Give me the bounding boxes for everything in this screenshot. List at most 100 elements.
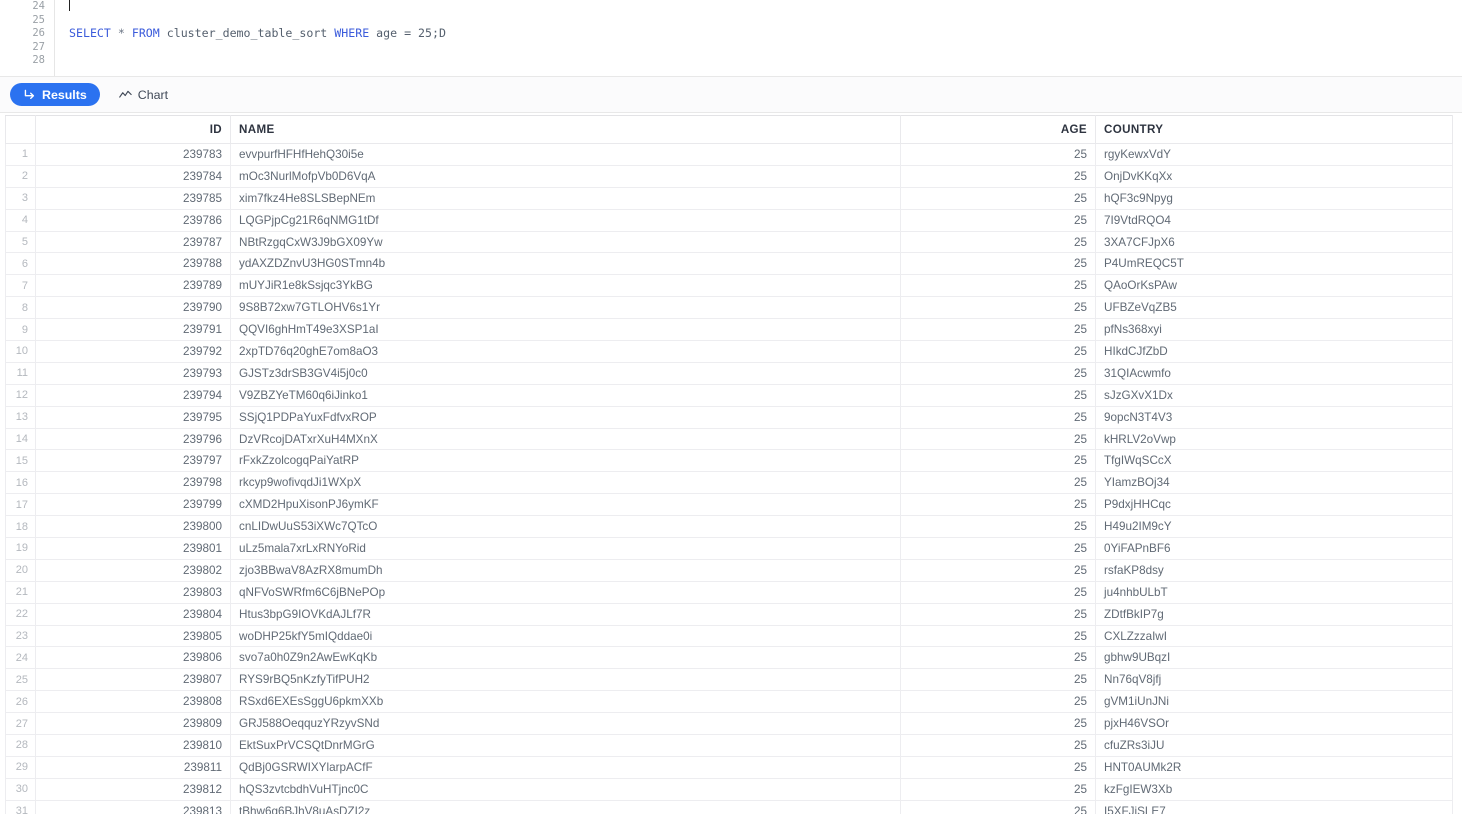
cell-age[interactable]: 25: [901, 669, 1096, 691]
cell-country[interactable]: cfuZRs3iJU: [1096, 735, 1453, 757]
cell-id[interactable]: 239795: [36, 406, 231, 428]
table-row[interactable]: 23239805woDHP25kfY5mIQddae0i25CXLZzzaIwI: [6, 625, 1453, 647]
cell-id[interactable]: 239805: [36, 625, 231, 647]
cell-name[interactable]: SSjQ1PDPaYuxFdfvxROP: [231, 406, 901, 428]
cell-id[interactable]: 239796: [36, 428, 231, 450]
cell-id[interactable]: 239808: [36, 691, 231, 713]
cell-country[interactable]: gVM1iUnJNi: [1096, 691, 1453, 713]
cell-country[interactable]: ju4nhbULbT: [1096, 581, 1453, 603]
cell-country[interactable]: pfNs368xyi: [1096, 319, 1453, 341]
cell-country[interactable]: YIamzBOj34: [1096, 472, 1453, 494]
cell-name[interactable]: DzVRcojDATxrXuH4MXnX: [231, 428, 901, 450]
cell-age[interactable]: 25: [901, 341, 1096, 363]
cell-id[interactable]: 239810: [36, 735, 231, 757]
results-grid-container[interactable]: IDNAMEAGECOUNTRY 1239783evvpurfHFHfHehQ3…: [0, 113, 1462, 814]
cell-id[interactable]: 239803: [36, 581, 231, 603]
cell-id[interactable]: 239799: [36, 494, 231, 516]
editor-code-line[interactable]: SELECT * FROM cluster_demo_table_sort WH…: [56, 27, 1462, 41]
cell-country[interactable]: kzFgIEW3Xb: [1096, 778, 1453, 800]
cell-age[interactable]: 25: [901, 538, 1096, 560]
cell-name[interactable]: qNFVoSWRfm6C6jBNePOp: [231, 581, 901, 603]
table-row[interactable]: 18239800cnLIDwUuS53iXWc7QTcO25H49u2IM9cY: [6, 516, 1453, 538]
cell-age[interactable]: 25: [901, 362, 1096, 384]
cell-name[interactable]: woDHP25kfY5mIQddae0i: [231, 625, 901, 647]
cell-age[interactable]: 25: [901, 800, 1096, 814]
editor-code-line[interactable]: [56, 0, 1462, 14]
cell-age[interactable]: 25: [901, 144, 1096, 166]
cell-name[interactable]: QQVI6ghHmT49e3XSP1aI: [231, 319, 901, 341]
table-row[interactable]: 102397922xpTD76q20ghE7om8aO325HIkdCJfZbD: [6, 341, 1453, 363]
cell-country[interactable]: kHRLV2oVwp: [1096, 428, 1453, 450]
cell-name[interactable]: Htus3bpG9IOVKdAJLf7R: [231, 603, 901, 625]
cell-name[interactable]: zjo3BBwaV8AzRX8mumDh: [231, 559, 901, 581]
cell-name[interactable]: GJSTz3drSB3GV4i5j0c0: [231, 362, 901, 384]
cell-id[interactable]: 239783: [36, 144, 231, 166]
cell-id[interactable]: 239787: [36, 231, 231, 253]
column-header-id[interactable]: ID: [36, 116, 231, 144]
cell-age[interactable]: 25: [901, 319, 1096, 341]
cell-age[interactable]: 25: [901, 450, 1096, 472]
cell-name[interactable]: rkcyp9wofivqdJi1WXpX: [231, 472, 901, 494]
editor-code-line[interactable]: [56, 54, 1462, 68]
table-row[interactable]: 82397909S8B72xw7GTLOHV6s1Yr25UFBZeVqZB5: [6, 297, 1453, 319]
cell-id[interactable]: 239789: [36, 275, 231, 297]
table-row[interactable]: 1239783evvpurfHFHfHehQ30i5e25rgyKewxVdY: [6, 144, 1453, 166]
cell-age[interactable]: 25: [901, 231, 1096, 253]
cell-country[interactable]: TfgIWqSCcX: [1096, 450, 1453, 472]
cell-id[interactable]: 239807: [36, 669, 231, 691]
cell-id[interactable]: 239806: [36, 647, 231, 669]
cell-name[interactable]: svo7a0h0Z9n2AwEwKqKb: [231, 647, 901, 669]
cell-age[interactable]: 25: [901, 253, 1096, 275]
cell-country[interactable]: QAoOrKsPAw: [1096, 275, 1453, 297]
cell-name[interactable]: 2xpTD76q20ghE7om8aO3: [231, 341, 901, 363]
cell-country[interactable]: P9dxjHHCqc: [1096, 494, 1453, 516]
table-row[interactable]: 21239803qNFVoSWRfm6C6jBNePOp25ju4nhbULbT: [6, 581, 1453, 603]
tab-results[interactable]: Results: [10, 83, 100, 106]
cell-age[interactable]: 25: [901, 384, 1096, 406]
table-row[interactable]: 17239799cXMD2HpuXisonPJ6ymKF25P9dxjHHCqc: [6, 494, 1453, 516]
cell-name[interactable]: RYS9rBQ5nKzfyTifPUH2: [231, 669, 901, 691]
cell-age[interactable]: 25: [901, 581, 1096, 603]
cell-country[interactable]: HNT0AUMk2R: [1096, 756, 1453, 778]
cell-id[interactable]: 239790: [36, 297, 231, 319]
cell-name[interactable]: rFxkZzolcogqPaiYatRP: [231, 450, 901, 472]
table-row[interactable]: 26239808RSxd6EXEsSggU6pkmXXb25gVM1iUnJNi: [6, 691, 1453, 713]
cell-age[interactable]: 25: [901, 778, 1096, 800]
cell-id[interactable]: 239802: [36, 559, 231, 581]
cell-age[interactable]: 25: [901, 647, 1096, 669]
cell-name[interactable]: V9ZBZYeTM60q6iJinko1: [231, 384, 901, 406]
cell-country[interactable]: gbhw9UBqzI: [1096, 647, 1453, 669]
cell-country[interactable]: Nn76qV8jfj: [1096, 669, 1453, 691]
table-row[interactable]: 30239812hQS3zvtcbdhVuHTjnc0C25kzFgIEW3Xb: [6, 778, 1453, 800]
cell-name[interactable]: NBtRzgqCxW3J9bGX09Yw: [231, 231, 901, 253]
table-row[interactable]: 22239804Htus3bpG9IOVKdAJLf7R25ZDtfBkIP7g: [6, 603, 1453, 625]
cell-name[interactable]: cXMD2HpuXisonPJ6ymKF: [231, 494, 901, 516]
cell-country[interactable]: 3XA7CFJpX6: [1096, 231, 1453, 253]
cell-country[interactable]: 31QIAcwmfo: [1096, 362, 1453, 384]
cell-country[interactable]: OnjDvKKqXx: [1096, 165, 1453, 187]
table-row[interactable]: 19239801uLz5mala7xrLxRNYoRid250YiFAPnBF6: [6, 538, 1453, 560]
table-row[interactable]: 6239788ydAXZDZnvU3HG0STmn4b25P4UmREQC5T: [6, 253, 1453, 275]
cell-country[interactable]: P4UmREQC5T: [1096, 253, 1453, 275]
cell-country[interactable]: 7I9VtdRQO4: [1096, 209, 1453, 231]
cell-name[interactable]: RSxd6EXEsSggU6pkmXXb: [231, 691, 901, 713]
table-row[interactable]: 5239787NBtRzgqCxW3J9bGX09Yw253XA7CFJpX6: [6, 231, 1453, 253]
cell-name[interactable]: EktSuxPrVCSQtDnrMGrG: [231, 735, 901, 757]
cell-id[interactable]: 239784: [36, 165, 231, 187]
cell-age[interactable]: 25: [901, 713, 1096, 735]
cell-age[interactable]: 25: [901, 559, 1096, 581]
cell-name[interactable]: xim7fkz4He8SLSBepNEm: [231, 187, 901, 209]
table-row[interactable]: 27239809GRJ588OeqquzYRzyvSNd25pjxH46VSOr: [6, 713, 1453, 735]
cell-name[interactable]: mOc3NurlMofpVb0D6VqA: [231, 165, 901, 187]
cell-country[interactable]: CXLZzzaIwI: [1096, 625, 1453, 647]
editor-code-line[interactable]: [56, 41, 1462, 55]
cell-name[interactable]: ydAXZDZnvU3HG0STmn4b: [231, 253, 901, 275]
cell-age[interactable]: 25: [901, 275, 1096, 297]
column-header-age[interactable]: AGE: [901, 116, 1096, 144]
cell-age[interactable]: 25: [901, 603, 1096, 625]
cell-country[interactable]: 9opcN3T4V3: [1096, 406, 1453, 428]
table-row[interactable]: 20239802zjo3BBwaV8AzRX8mumDh25rsfaKP8dsy: [6, 559, 1453, 581]
cell-id[interactable]: 239804: [36, 603, 231, 625]
table-row[interactable]: 12239794V9ZBZYeTM60q6iJinko125sJzGXvX1Dx: [6, 384, 1453, 406]
cell-country[interactable]: hQF3c9Npyg: [1096, 187, 1453, 209]
